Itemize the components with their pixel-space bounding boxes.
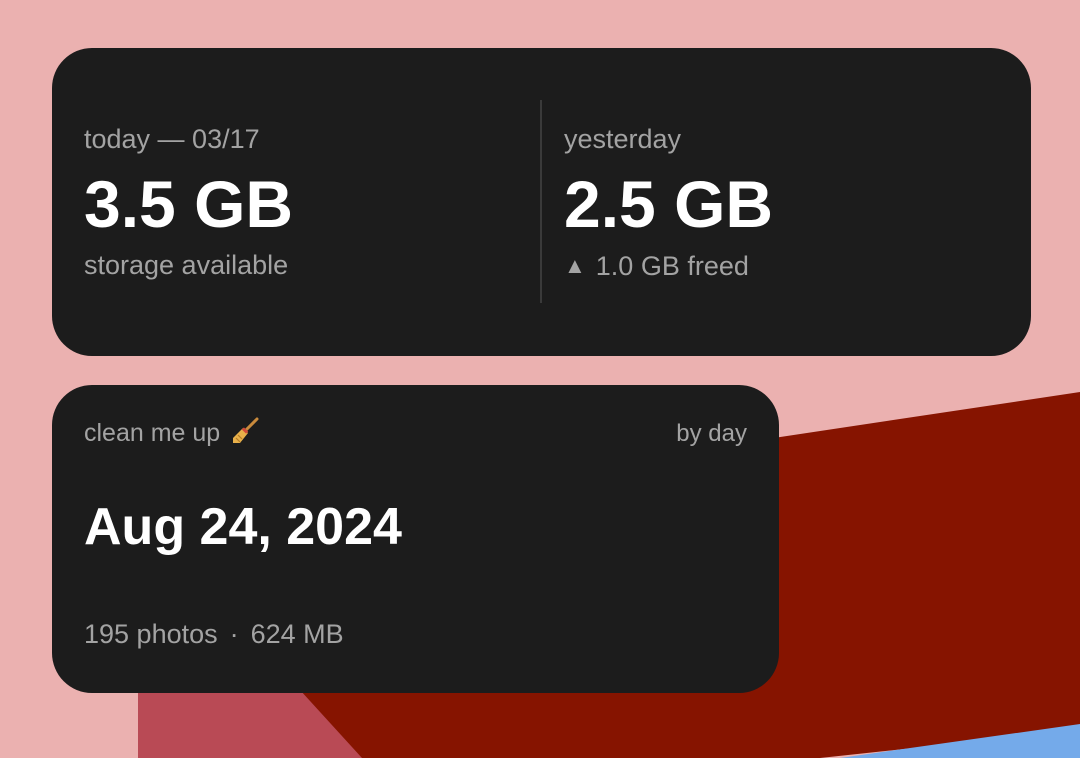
broom-icon bbox=[233, 417, 259, 444]
by-day-mode-label[interactable]: by day bbox=[676, 420, 747, 448]
column-divider bbox=[540, 100, 542, 303]
yesterday-label: yesterday bbox=[564, 124, 682, 154]
today-storage-value: 3.5 GB bbox=[84, 167, 294, 241]
clean-me-up-text: clean me up bbox=[84, 419, 221, 447]
meta-separator: · bbox=[229, 619, 239, 649]
storage-widget[interactable]: today — 03/17 3.5 GB storage available y… bbox=[52, 48, 1031, 356]
cleanup-meta: 195 photos · 624 MB bbox=[84, 619, 344, 650]
today-label: today — 03/17 bbox=[84, 124, 260, 154]
freed-summary: ▲ 1.0 GB freed bbox=[564, 251, 749, 282]
photo-count: 195 photos bbox=[84, 619, 218, 649]
clean-me-up-title: clean me up bbox=[84, 417, 260, 449]
freed-text: 1.0 GB freed bbox=[595, 251, 749, 281]
cleanup-size: 624 MB bbox=[250, 619, 344, 649]
storage-available-label: storage available bbox=[84, 250, 289, 280]
yesterday-storage-value: 2.5 GB bbox=[564, 167, 774, 241]
cleanup-date: Aug 24, 2024 bbox=[84, 498, 402, 556]
clean-me-up-widget[interactable]: clean me up by day Aug 24, 2024 195 phot… bbox=[52, 385, 779, 693]
up-triangle-icon: ▲ bbox=[564, 253, 586, 278]
